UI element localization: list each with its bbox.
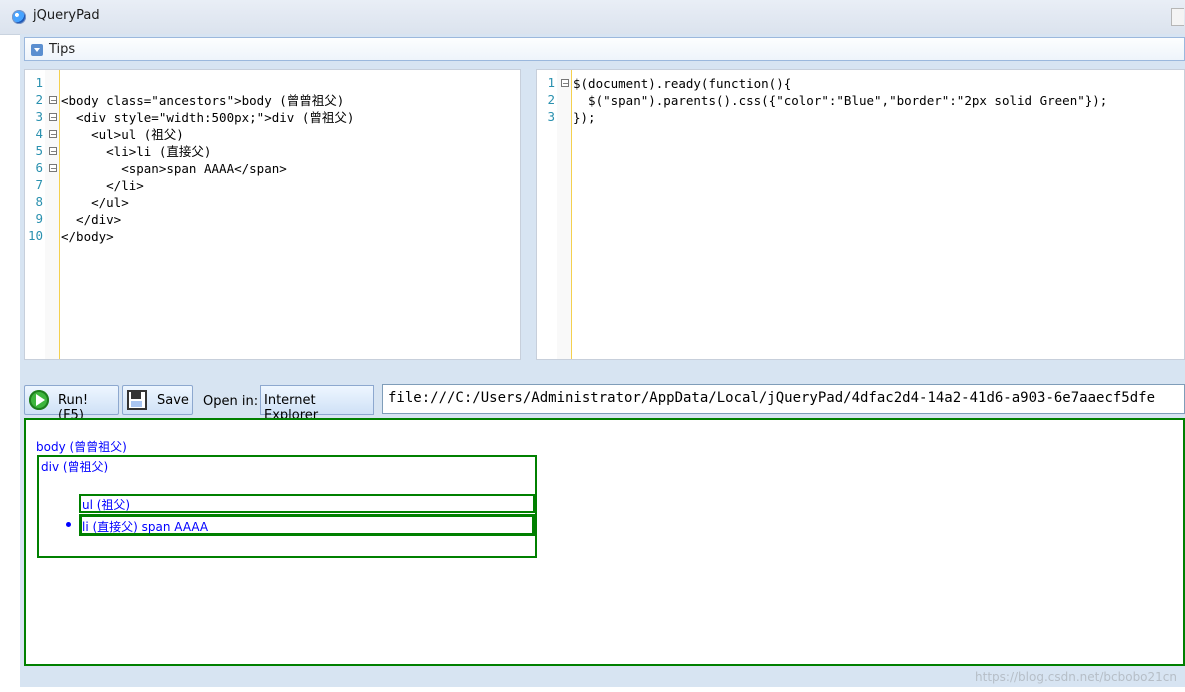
fold-toggle-icon[interactable]: −: [49, 147, 57, 156]
run-icon: [29, 390, 49, 410]
code-line: </body>: [61, 229, 114, 244]
preview-ul-text: ul (祖父): [82, 498, 131, 512]
fold-toggle-icon[interactable]: −: [49, 164, 57, 173]
code-line: <span>span AAAA</span>: [61, 161, 287, 176]
fold-toggle-icon[interactable]: −: [49, 113, 57, 122]
code-line: </ul>: [61, 195, 129, 210]
preview-pane: body (曾曾祖父) div (曾祖父) ul (祖父) li (直接父) s…: [24, 418, 1185, 666]
save-button-label: Save: [157, 393, 189, 408]
url-field[interactable]: file:///C:/Users/Administrator/AppData/L…: [382, 384, 1185, 414]
line-number: 1: [35, 75, 43, 90]
line-number: 2: [547, 92, 555, 107]
html-code-area[interactable]: <body class="ancestors">body (曾曾祖父) <div…: [61, 75, 520, 245]
fold-toggle-icon[interactable]: −: [49, 130, 57, 139]
code-line: $(document).ready(function(){: [573, 76, 792, 91]
code-line: <body class="ancestors">body (曾曾祖父): [61, 93, 345, 108]
open-in-label: Open in:: [203, 394, 259, 409]
watermark-text: https://blog.csdn.net/bcbobo21cn: [975, 670, 1177, 684]
js-code-area[interactable]: $(document).ready(function(){ $("span").…: [573, 75, 1184, 126]
line-number: 9: [35, 211, 43, 226]
save-button[interactable]: Save: [122, 385, 193, 415]
code-line: </li>: [61, 178, 144, 193]
line-number: 8: [35, 194, 43, 209]
title-bar: jQueryPad: [0, 0, 1185, 35]
code-line: <li>li (直接父): [61, 144, 212, 159]
line-number: 6: [35, 160, 43, 175]
fold-toggle-icon[interactable]: −: [49, 96, 57, 105]
code-line: <ul>ul (祖父): [61, 127, 184, 142]
list-bullet-icon: [66, 522, 71, 527]
jquerypad-app-icon: [12, 10, 26, 24]
fold-toggle-icon[interactable]: −: [561, 79, 569, 88]
line-number: 3: [35, 109, 43, 124]
preview-div-text: div (曾祖父): [41, 460, 109, 474]
line-number: 2: [35, 92, 43, 107]
window-control-button[interactable]: [1171, 8, 1184, 26]
javascript-editor[interactable]: 1 2 3 − $(document).ready(function(){ $(…: [536, 69, 1185, 360]
chevron-down-icon[interactable]: [31, 44, 43, 56]
line-number: 10: [27, 228, 43, 243]
code-line: });: [573, 110, 596, 125]
window-title: jQueryPad: [33, 8, 100, 23]
save-icon: [127, 390, 147, 410]
preview-li-text: li (直接父) span AAAA: [82, 520, 209, 534]
code-line: </div>: [61, 212, 122, 227]
code-line: <div style="width:500px;">div (曾祖父): [61, 110, 355, 125]
line-number: 4: [35, 126, 43, 141]
tips-label: Tips: [49, 42, 76, 57]
html-editor[interactable]: 1 2 3 4 5 6 7 8 9 10 − − − − − <body cla…: [24, 69, 521, 360]
preview-ul-box: ul (祖父): [79, 494, 535, 513]
run-button[interactable]: Run! (F5): [24, 385, 119, 423]
tips-bar[interactable]: Tips: [24, 37, 1185, 61]
preview-body-text: body (曾曾祖父): [36, 440, 127, 454]
line-number: 5: [35, 143, 43, 158]
line-number: 7: [35, 177, 43, 192]
browser-button[interactable]: Internet Explorer: [260, 385, 374, 423]
line-number: 3: [547, 109, 555, 124]
fold-column: [557, 70, 572, 359]
code-line: $("span").parents().css({"color":"Blue",…: [573, 93, 1108, 108]
preview-li-box: li (直接父) span AAAA: [79, 514, 535, 536]
line-number: 1: [547, 75, 555, 90]
